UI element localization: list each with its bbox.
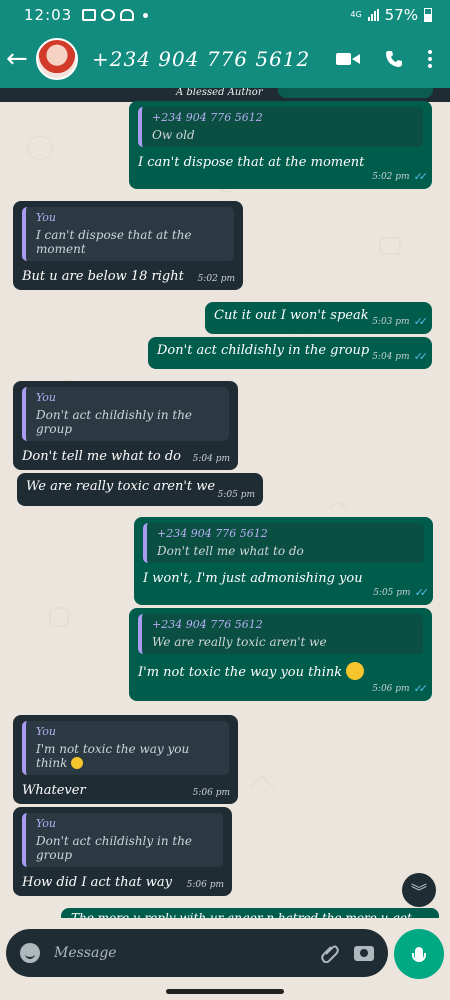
quoted-message[interactable]: +234 904 776 5612 We are really toxic ar… [138, 614, 423, 654]
message-incoming[interactable]: You Don't act childishly in the group Ho… [13, 807, 232, 896]
message-composer [6, 929, 388, 977]
notification-icons [82, 9, 149, 21]
scroll-down-button[interactable]: ︾ [402, 873, 436, 907]
back-arrow-icon[interactable]: ← [6, 46, 34, 72]
previous-message-edge: A blessed Author [0, 88, 450, 102]
camera-icon[interactable] [354, 945, 374, 961]
message-time: 5:06 pm [186, 880, 224, 890]
quote-text: I'm not toxic the way you think [36, 742, 190, 770]
message-outgoing[interactable]: +234 904 776 5612 Don't tell me what to … [134, 517, 433, 605]
smirk-emoji-icon [346, 662, 365, 680]
message-time: 5:02 pm [372, 171, 410, 182]
microphone-icon [412, 947, 426, 962]
message-outgoing-partial[interactable]: The more u reply with ur anger n hatred … [61, 908, 439, 918]
message-time: 5:04 pm [372, 351, 410, 362]
message-time: 5:04 pm [192, 454, 230, 464]
read-ticks-icon: ✓✓ [413, 170, 429, 183]
read-ticks-icon: ✓✓ [413, 350, 429, 363]
message-incoming[interactable]: You Don't act childishly in the group Do… [13, 381, 238, 470]
quote-author: You [36, 817, 57, 830]
whatsapp-icon [101, 9, 116, 21]
message-text: I'm not toxic the way you think [138, 665, 343, 680]
quoted-message[interactable]: You Don't act childishly in the group [22, 813, 223, 867]
quoted-message[interactable]: +234 904 776 5612 Ow old [138, 107, 423, 147]
quoted-message[interactable]: You I'm not toxic the way you think [22, 721, 229, 775]
message-incoming[interactable]: You I can't dispose that at the moment B… [13, 201, 243, 290]
more-notifications-icon [143, 12, 149, 18]
status-bar: 12:03 4G 57% [0, 0, 450, 30]
chat-area: A blessed Author +234 904 776 5612 Ow ol… [0, 88, 450, 918]
message-outgoing[interactable]: +234 904 776 5612 Ow old I can't dispose… [129, 101, 432, 189]
message-outgoing[interactable]: Don't act childishly in the group 5:04 p… [148, 337, 432, 369]
quote-author: +234 904 776 5612 [152, 111, 263, 124]
message-text: I won't, I'm just admonishing you [143, 571, 363, 586]
quote-author: You [36, 391, 57, 404]
smirk-emoji-icon [71, 757, 84, 769]
message-time: 5:06 pm [192, 788, 230, 798]
emoji-icon[interactable] [20, 943, 40, 963]
message-incoming[interactable]: You I'm not toxic the way you think What… [13, 715, 238, 804]
message-time: 5:03 pm [372, 316, 410, 327]
read-ticks-icon: ✓✓ [413, 682, 429, 695]
message-time: 5:06 pm [372, 683, 410, 694]
voice-record-button[interactable] [394, 929, 444, 979]
phone-call-icon[interactable] [384, 49, 404, 69]
quoted-message[interactable]: You I can't dispose that at the moment [22, 207, 234, 261]
battery-icon [424, 8, 432, 22]
message-time: 5:05 pm [373, 587, 411, 598]
quote-text: Don't act childishly in the group [36, 834, 193, 862]
avatar[interactable] [36, 38, 78, 80]
message-incoming[interactable]: We are really toxic aren't we 5:05 pm [17, 473, 263, 506]
message-input[interactable] [54, 945, 320, 961]
quoted-message[interactable]: You Don't act childishly in the group [22, 387, 229, 441]
message-outgoing[interactable]: Cut it out I won't speak 5:03 pm ✓✓ [205, 302, 432, 334]
previous-outgoing-bubble [278, 88, 433, 98]
home-indicator[interactable] [166, 989, 284, 994]
quote-author: You [36, 725, 57, 738]
contact-name[interactable]: +234 904 776 5612 [92, 47, 310, 71]
quote-text: Don't tell me what to do [157, 544, 304, 558]
message-outgoing[interactable]: +234 904 776 5612 We are really toxic ar… [129, 608, 432, 701]
message-time: 5:05 pm [217, 490, 255, 500]
quote-text: We are really toxic aren't we [152, 635, 327, 649]
read-ticks-icon: ✓✓ [414, 586, 430, 599]
quote-author: You [36, 211, 57, 224]
status-time: 12:03 [24, 6, 73, 24]
more-options-icon[interactable] [428, 50, 432, 68]
quoted-author-text: A blessed Author [176, 88, 263, 98]
quote-text: Ow old [152, 128, 195, 142]
quote-text: Don't act childishly in the group [36, 408, 193, 436]
signal-icon [367, 9, 379, 21]
gallery-icon [82, 9, 97, 21]
battery-percent: 57% [384, 6, 418, 24]
snapchat-icon [120, 9, 135, 21]
quote-author: +234 904 776 5612 [157, 527, 268, 540]
attach-icon[interactable] [320, 943, 340, 963]
video-call-icon[interactable] [336, 51, 360, 67]
network-type: 4G [350, 10, 362, 19]
chat-header: ← +234 904 776 5612 [0, 30, 450, 88]
read-ticks-icon: ✓✓ [413, 315, 429, 328]
chevron-down-icon: ︾ [410, 882, 427, 901]
quoted-message[interactable]: +234 904 776 5612 Don't tell me what to … [143, 523, 424, 563]
quote-author: +234 904 776 5612 [152, 618, 263, 631]
quote-text: I can't dispose that at the moment [36, 228, 192, 256]
message-time: 5:02 pm [197, 274, 235, 284]
message-text: I can't dispose that at the moment [138, 155, 365, 170]
